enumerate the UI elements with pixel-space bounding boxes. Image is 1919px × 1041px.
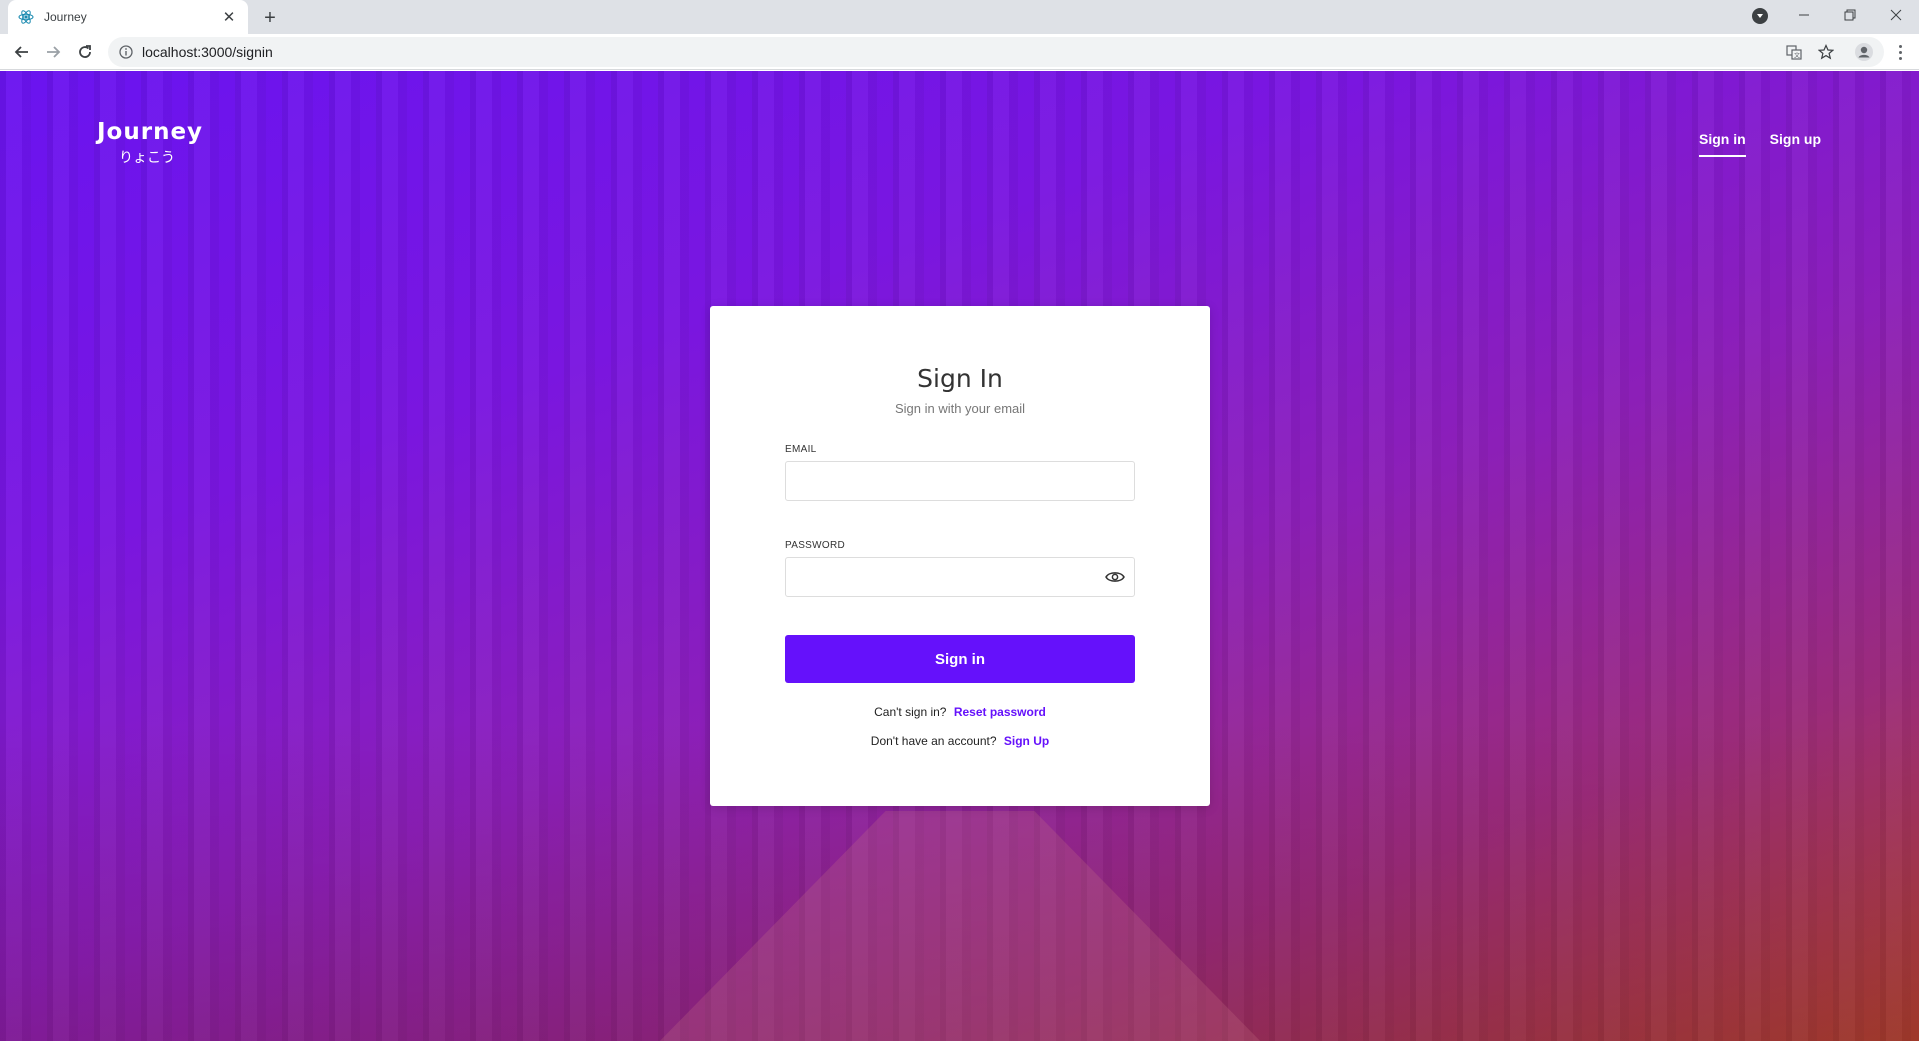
browser-tab-bar: Journey ✕ + <box>0 0 1919 34</box>
reset-password-link[interactable]: Reset password <box>954 705 1046 719</box>
password-label: PASSWORD <box>785 540 845 551</box>
nav-sign-in[interactable]: Sign in <box>1699 131 1746 157</box>
bookmark-star-icon[interactable] <box>1816 42 1836 62</box>
minimize-icon[interactable] <box>1782 0 1826 30</box>
address-bar[interactable]: localhost:3000/signin 文 <box>108 37 1884 67</box>
site-info-icon[interactable] <box>118 44 134 60</box>
sign-in-button[interactable]: Sign in <box>785 635 1135 683</box>
close-tab-icon[interactable]: ✕ <box>220 8 238 26</box>
tab-title: Journey <box>44 10 87 24</box>
close-window-icon[interactable] <box>1874 0 1918 30</box>
svg-text:文: 文 <box>1794 52 1800 60</box>
no-account-text: Don't have an account? <box>870 734 997 748</box>
email-label: EMAIL <box>785 444 817 455</box>
signup-line: Don't have an account? Sign Up <box>710 734 1210 748</box>
brand-name: Journey <box>97 119 204 145</box>
translate-icon[interactable]: 文 <box>1784 42 1804 62</box>
browser-toolbar: localhost:3000/signin 文 <box>0 34 1919 70</box>
cant-sign-in-text: Can't sign in? <box>874 705 947 719</box>
top-navigation: Sign in Sign up <box>1699 131 1821 157</box>
brand-logo[interactable]: Journey りょこう <box>97 119 204 167</box>
page-background: Journey りょこう Sign in Sign up Sign In Sig… <box>0 71 1919 1041</box>
reset-password-line: Can't sign in? Reset password <box>710 705 1210 719</box>
restore-icon[interactable] <box>1828 0 1872 30</box>
signin-card: Sign In Sign in with your email EMAIL PA… <box>710 306 1210 806</box>
browser-menu-icon[interactable] <box>1890 40 1910 64</box>
page-subtitle: Sign in with your email <box>894 401 1026 416</box>
profile-avatar-icon[interactable] <box>1854 42 1874 62</box>
reload-icon[interactable] <box>73 40 97 64</box>
react-favicon-icon <box>18 9 34 25</box>
show-password-icon[interactable] <box>1104 566 1126 588</box>
nav-sign-up[interactable]: Sign up <box>1770 131 1821 157</box>
email-field[interactable] <box>785 461 1135 501</box>
password-field[interactable] <box>785 557 1135 597</box>
back-icon[interactable] <box>10 40 34 64</box>
brand-subtitle: りょこう <box>119 150 175 166</box>
url-text: localhost:3000/signin <box>142 44 273 60</box>
forward-icon[interactable] <box>41 40 65 64</box>
new-tab-button[interactable]: + <box>258 6 282 30</box>
page-title: Sign In <box>917 364 1003 393</box>
browser-tab[interactable]: Journey ✕ <box>8 0 248 34</box>
tab-search-icon[interactable] <box>1752 8 1768 24</box>
sign-up-link[interactable]: Sign Up <box>1004 734 1049 748</box>
